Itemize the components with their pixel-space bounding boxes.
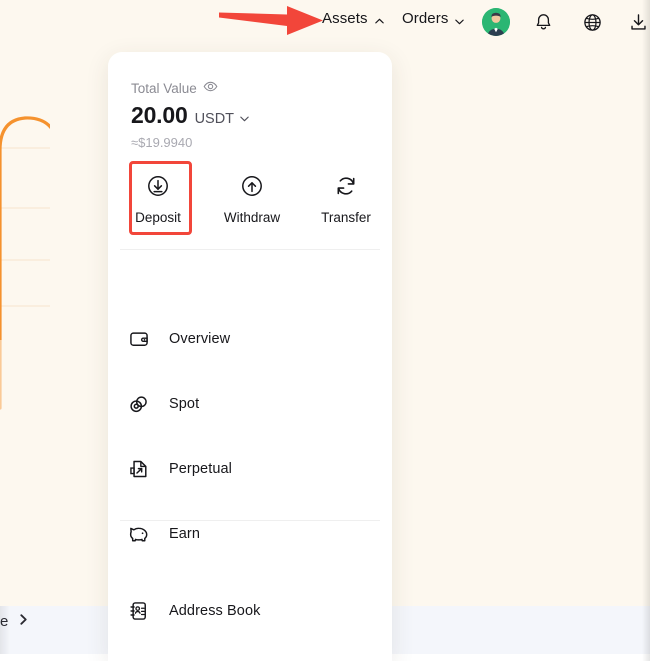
avatar[interactable] — [482, 8, 510, 36]
nav-item-orders-label: Orders — [402, 10, 449, 27]
menu-item-spot-label: Spot — [169, 396, 200, 412]
withdraw-label: Withdraw — [223, 210, 281, 225]
balance-amount: 20.00 — [131, 102, 188, 128]
menu-item-perpetual-label: Perpetual — [169, 461, 232, 477]
total-value-label: Total Value — [131, 80, 197, 96]
piggy-bank-icon — [128, 523, 150, 545]
annotation-arrow-icon — [217, 4, 325, 38]
background-chart-graphic — [0, 110, 50, 410]
balance-currency: USDT — [194, 111, 235, 127]
divider-bottom — [120, 520, 380, 521]
globe-icon[interactable] — [578, 8, 606, 36]
bell-icon[interactable] — [529, 8, 557, 36]
transfer-refresh-icon — [334, 174, 358, 198]
transfer-label: Transfer — [321, 210, 371, 225]
balance-row: 20.00 USDT — [131, 102, 392, 129]
screen-right-shadow — [642, 0, 650, 661]
menu-item-earn-label: Earn — [169, 526, 201, 542]
chevron-up-icon — [374, 14, 384, 24]
deposit-button[interactable]: Deposit — [114, 161, 202, 236]
menu-item-address-book-label: Address Book — [169, 603, 261, 619]
nav-item-assets[interactable]: Assets — [322, 10, 384, 27]
menu-item-earn[interactable]: Earn — [128, 519, 378, 549]
menu-item-address-book[interactable]: Address Book — [128, 596, 378, 626]
withdraw-button[interactable]: Withdraw — [208, 161, 296, 236]
quick-actions-row: Deposit Withdraw Transfer — [108, 161, 392, 236]
screen: Assets Orders Total Value 20.00 USDT ≈$1… — [0, 0, 650, 661]
top-navigation-bar: Assets Orders — [0, 0, 650, 44]
eye-icon[interactable] — [203, 79, 218, 97]
chevron-down-icon — [454, 14, 465, 24]
menu-item-overview-label: Overview — [169, 331, 231, 347]
approx-usd-value: ≈$19.9940 — [131, 135, 193, 150]
address-book-icon — [128, 600, 150, 622]
wallet-icon — [128, 328, 150, 350]
menu-item-perpetual[interactable]: Perpetual — [128, 454, 378, 484]
total-value-row: Total Value — [131, 79, 392, 97]
coins-icon — [128, 393, 150, 415]
chevron-down-icon[interactable] — [239, 111, 249, 121]
withdraw-arrow-up-icon — [240, 174, 264, 198]
nav-item-assets-label: Assets — [322, 10, 368, 27]
menu-item-spot[interactable]: Spot — [128, 389, 378, 419]
nav-item-orders[interactable]: Orders — [402, 10, 465, 27]
bottom-fragment-text: e — [0, 613, 9, 630]
bottom-breadcrumb-fragment[interactable]: e — [0, 613, 30, 630]
contract-arrow-icon — [128, 458, 150, 480]
assets-dropdown-panel: Total Value 20.00 USDT ≈$19.9940 Deposit… — [108, 52, 392, 661]
panel-header: Total Value 20.00 USDT ≈$19.9940 — [108, 52, 392, 150]
divider-top — [120, 249, 380, 250]
menu-item-overview[interactable]: Overview — [128, 324, 378, 354]
deposit-label: Deposit — [135, 210, 181, 225]
chevron-right-icon — [17, 613, 30, 630]
deposit-arrow-down-icon — [146, 174, 170, 198]
transfer-button[interactable]: Transfer — [302, 161, 390, 236]
